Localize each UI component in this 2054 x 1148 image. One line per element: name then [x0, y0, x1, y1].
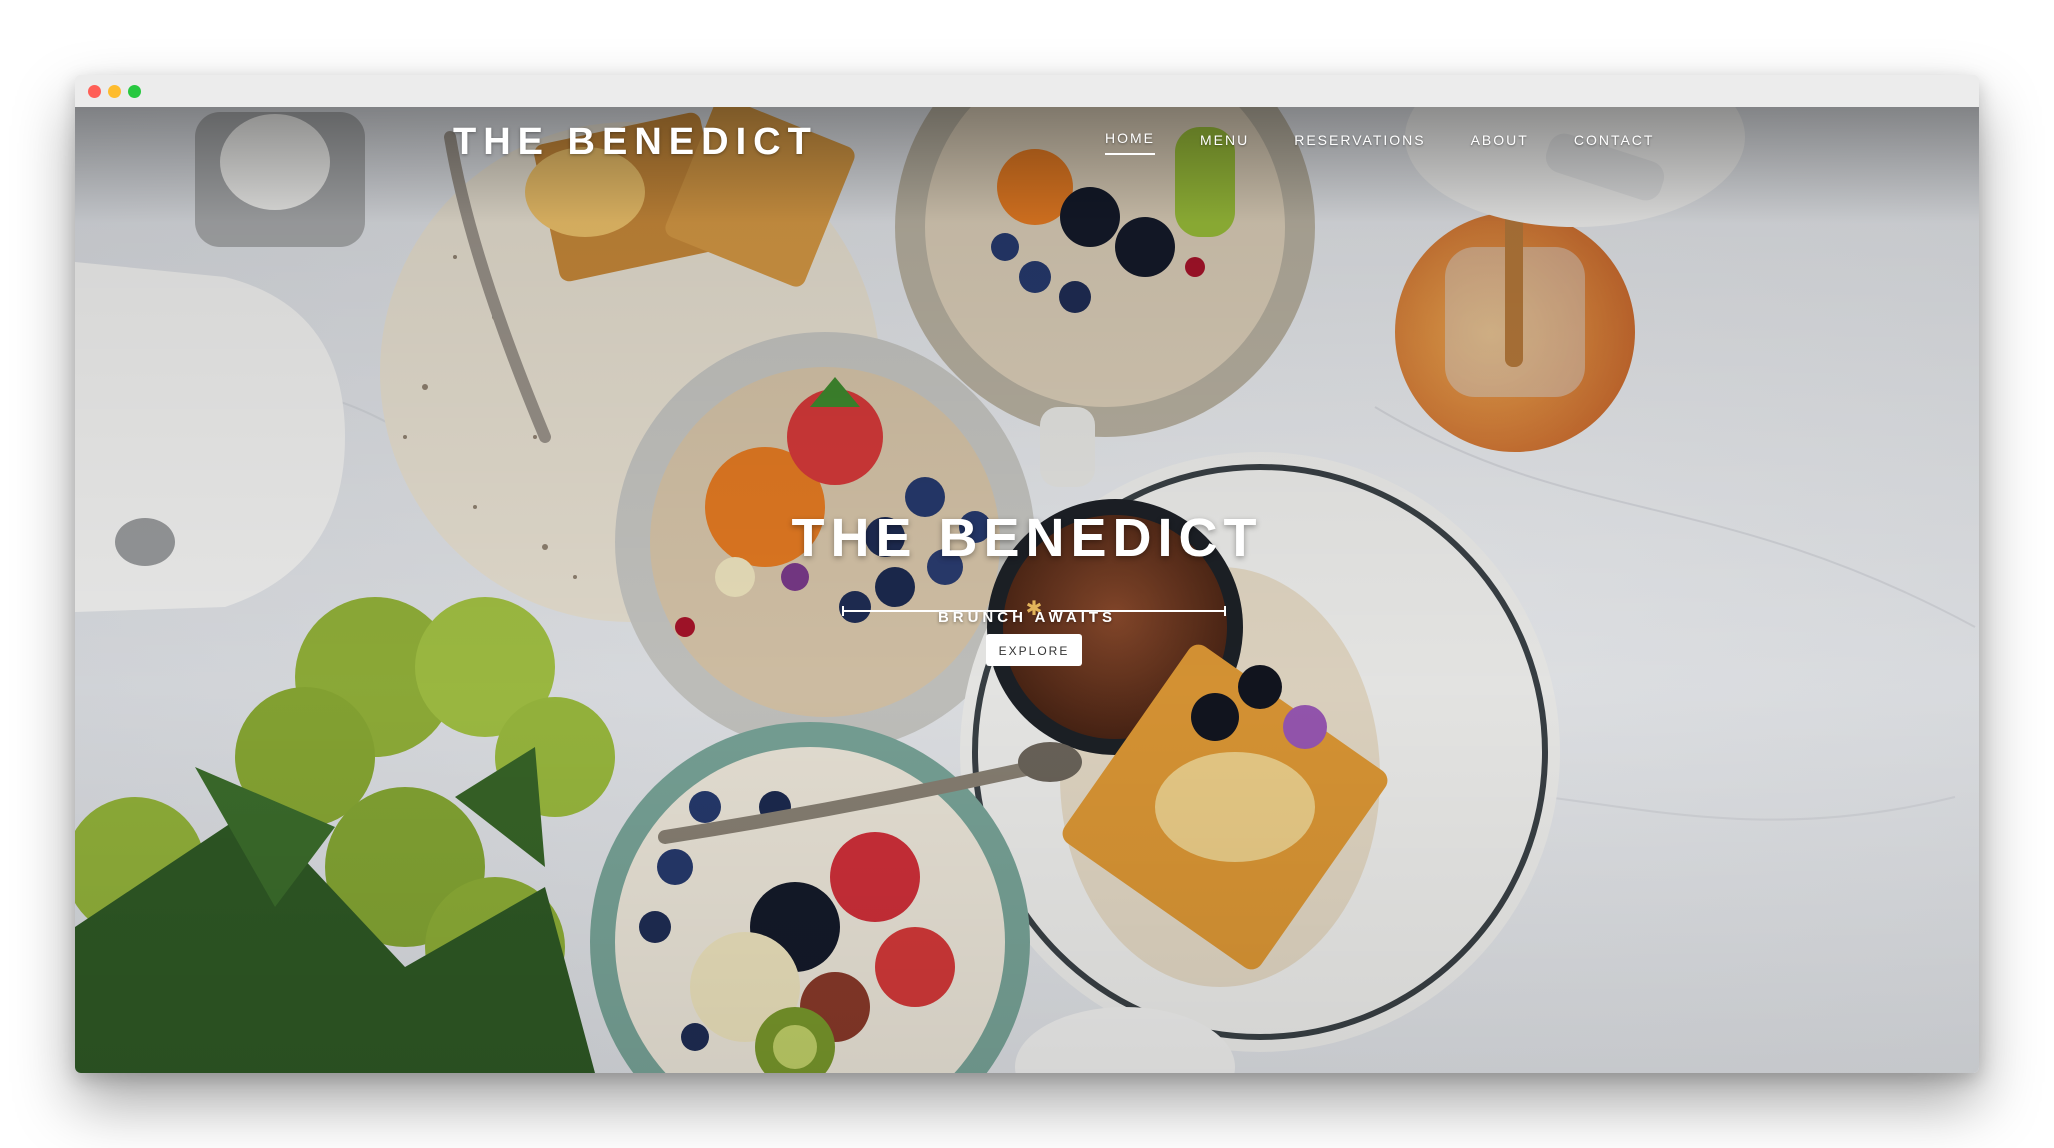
minimize-window-button[interactable]	[108, 85, 121, 98]
window-titlebar	[75, 75, 1979, 108]
nav-item-menu[interactable]: MENU	[1200, 125, 1249, 165]
explore-button[interactable]: EXPLORE	[986, 634, 1082, 666]
nav-item-about[interactable]: ABOUT	[1471, 125, 1529, 165]
hero-overlay	[75, 107, 1979, 1073]
close-window-button[interactable]	[88, 85, 101, 98]
browser-window: THE BENEDICT HOME MENU RESERVATIONS ABOU…	[75, 75, 1979, 1073]
nav-item-home[interactable]: HOME	[1105, 125, 1155, 155]
hero-title: THE BENEDICT	[791, 508, 1263, 568]
brand-logo[interactable]: THE BENEDICT	[453, 117, 818, 167]
maximize-window-button[interactable]	[128, 85, 141, 98]
nav-item-contact[interactable]: CONTACT	[1574, 125, 1655, 165]
hero-section: THE BENEDICT HOME MENU RESERVATIONS ABOU…	[75, 107, 1979, 1073]
main-nav: HOME MENU RESERVATIONS ABOUT CONTACT	[1105, 125, 1699, 165]
nav-item-reservations[interactable]: RESERVATIONS	[1294, 125, 1425, 165]
hero-subtitle: BRUNCH AWAITS	[937, 609, 1117, 626]
